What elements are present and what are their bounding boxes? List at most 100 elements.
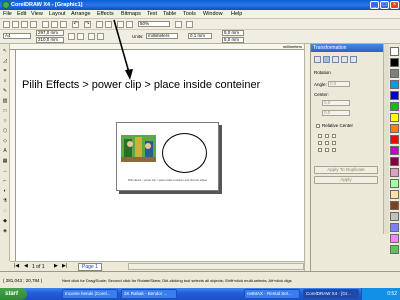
color-swatch[interactable] [390, 168, 399, 177]
clipart-image[interactable] [121, 135, 156, 162]
connector-tool-icon[interactable]: ⌐ [2, 178, 8, 184]
color-swatch[interactable] [390, 80, 399, 89]
anchor-center[interactable] [325, 141, 329, 145]
menu-window[interactable]: Window [203, 11, 223, 18]
units-select[interactable]: millimeters [146, 33, 178, 39]
page-width-field[interactable]: 297,0 mm [36, 30, 64, 36]
color-swatch[interactable] [390, 157, 399, 166]
maximize-button[interactable]: □ [380, 1, 389, 9]
anchor-middle-right[interactable] [332, 141, 336, 145]
color-swatch[interactable] [390, 58, 399, 67]
interactive-fill-tool-icon[interactable]: ◈ [2, 228, 8, 234]
paste-icon[interactable] [60, 21, 67, 28]
menu-effects[interactable]: Effects [97, 11, 114, 18]
duplicate-distance-x-field[interactable]: 5,0 mm [222, 30, 244, 36]
dimension-tool-icon[interactable]: ↔ [2, 168, 8, 174]
color-swatch[interactable] [390, 223, 399, 232]
interactive-blend-tool-icon[interactable]: ◐ [2, 188, 8, 194]
taskbar-item[interactable]: 2K Rahak - Bendor ... [121, 289, 177, 299]
horizontal-scrollbar[interactable] [128, 263, 304, 270]
anchor-top-center[interactable] [325, 134, 329, 138]
nudge-offset-field[interactable]: 0,1 mm [188, 33, 212, 39]
eyedropper-tool-icon[interactable]: ⚗ [2, 198, 8, 204]
zoom-level-select[interactable]: 50% [138, 21, 170, 27]
cut-icon[interactable] [42, 21, 49, 28]
zoom-tool-icon[interactable]: ⌕ [2, 78, 8, 84]
rotate-icon[interactable] [323, 56, 330, 63]
ellipse-container-shape[interactable] [162, 133, 207, 173]
menu-text[interactable]: Text [147, 11, 157, 18]
color-swatch[interactable] [390, 234, 399, 243]
last-page-icon[interactable]: ▶| [62, 263, 67, 269]
menu-table[interactable]: Table [163, 11, 176, 18]
anchor-bottom-right[interactable] [332, 148, 336, 152]
open-icon[interactable] [12, 21, 19, 28]
text-tool-icon[interactable]: A [2, 148, 8, 154]
close-button[interactable]: × [390, 1, 399, 9]
menu-arrange[interactable]: Arrange [71, 11, 91, 18]
fill-tool-icon[interactable]: ◆ [2, 218, 8, 224]
taskbar-item-active[interactable]: CorelDRAW X4 - [Gr... [303, 289, 359, 299]
print-icon[interactable] [30, 21, 37, 28]
copy-icon[interactable] [51, 21, 58, 28]
outline-tool-icon[interactable]: ◌ [2, 208, 8, 214]
menu-tools[interactable]: Tools [183, 11, 196, 18]
menu-edit[interactable]: Edit [17, 11, 26, 18]
size-icon[interactable] [341, 56, 348, 63]
scale-icon[interactable] [332, 56, 339, 63]
menu-view[interactable]: View [31, 11, 43, 18]
rectangle-tool-icon[interactable]: □ [2, 108, 8, 114]
table-tool-icon[interactable]: ▦ [2, 158, 8, 164]
ellipse-tool-icon[interactable]: ○ [2, 118, 8, 124]
color-swatch[interactable] [390, 245, 399, 254]
position-icon[interactable] [314, 56, 321, 63]
color-swatch[interactable] [390, 47, 399, 56]
save-icon[interactable] [21, 21, 28, 28]
full-screen-icon[interactable] [175, 21, 182, 28]
center-y-field[interactable]: 0,0 [322, 110, 350, 116]
angle-field[interactable]: 0,0 [328, 81, 350, 87]
prev-page-icon[interactable]: ◀ [24, 263, 28, 269]
zoom-icon[interactable] [186, 21, 193, 28]
skew-icon[interactable] [350, 56, 357, 63]
apply-button[interactable]: Apply [314, 176, 378, 184]
apply-to-duplicate-button[interactable]: Apply To Duplicate [314, 166, 378, 174]
anchor-middle-left[interactable] [318, 141, 322, 145]
color-swatch[interactable] [390, 102, 399, 111]
anchor-top-left[interactable] [318, 134, 322, 138]
color-swatch[interactable] [390, 124, 399, 133]
paper-type-select[interactable]: A4 [3, 33, 31, 39]
menu-help[interactable]: Help [231, 11, 242, 18]
smart-fill-tool-icon[interactable]: ▨ [2, 98, 8, 104]
next-page-icon[interactable]: ▶ [54, 263, 58, 269]
color-swatch[interactable] [390, 146, 399, 155]
undo-icon[interactable]: ↶ [72, 21, 79, 28]
anchor-bottom-left[interactable] [318, 148, 322, 152]
color-swatch[interactable] [390, 201, 399, 210]
color-swatch[interactable] [390, 190, 399, 199]
taskbar-item[interactable]: netMAX - Rental Set... [244, 289, 300, 299]
anchor-top-right[interactable] [332, 134, 336, 138]
color-swatch[interactable] [390, 212, 399, 221]
anchor-bottom-center[interactable] [325, 148, 329, 152]
menu-file[interactable]: File [3, 11, 12, 18]
menu-bitmaps[interactable]: Bitmaps [121, 11, 141, 18]
minimize-button[interactable]: _ [370, 1, 379, 9]
color-swatch[interactable] [390, 113, 399, 122]
color-swatch[interactable] [390, 135, 399, 144]
pick-tool-icon[interactable]: ↖ [2, 48, 8, 54]
color-swatch[interactable] [390, 179, 399, 188]
crop-tool-icon[interactable]: ⌗ [2, 68, 8, 74]
duplicate-distance-y-field[interactable]: 5,0 mm [222, 37, 244, 43]
relative-center-checkbox[interactable] [316, 124, 320, 128]
all-pages-icon[interactable] [88, 33, 95, 40]
first-page-icon[interactable]: |◀ [14, 263, 19, 269]
start-button[interactable]: start [0, 288, 27, 300]
shape-tool-icon[interactable]: ◿ [2, 58, 8, 64]
redo-icon[interactable]: ↷ [84, 21, 91, 28]
menu-layout[interactable]: Layout [49, 11, 66, 18]
portrait-icon[interactable] [68, 33, 75, 40]
center-x-field[interactable]: 0,0 [322, 100, 350, 106]
color-swatch[interactable] [390, 91, 399, 100]
polygon-tool-icon[interactable]: ⬡ [2, 128, 8, 134]
